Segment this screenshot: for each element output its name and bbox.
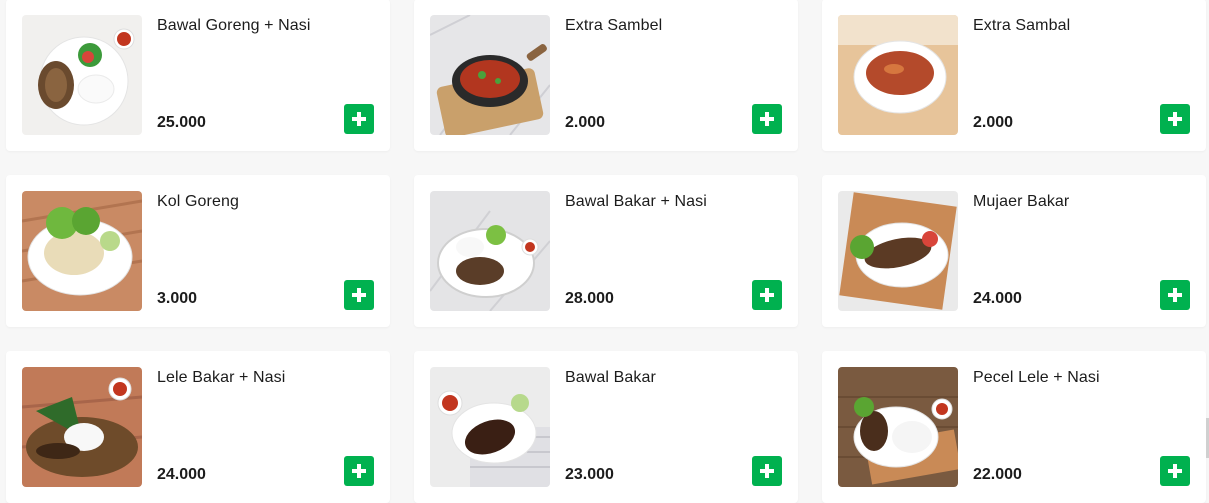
add-item-button[interactable] bbox=[1160, 456, 1190, 486]
menu-item-image[interactable] bbox=[22, 367, 142, 487]
menu-item-image[interactable] bbox=[22, 191, 142, 311]
add-item-button[interactable] bbox=[344, 280, 374, 310]
menu-item-card[interactable]: Kol Goreng 3.000 bbox=[6, 175, 390, 327]
add-item-button[interactable] bbox=[752, 456, 782, 486]
add-item-button[interactable] bbox=[1160, 280, 1190, 310]
menu-item-price: 2.000 bbox=[565, 114, 606, 131]
menu-item-name: Extra Sambel bbox=[565, 17, 663, 34]
menu-item-name: Pecel Lele + Nasi bbox=[973, 369, 1100, 386]
menu-item-name: Extra Sambal bbox=[973, 17, 1071, 34]
menu-item-card[interactable]: Extra Sambel 2.000 bbox=[414, 0, 798, 151]
menu-item-card[interactable]: Extra Sambal 2.000 bbox=[822, 0, 1206, 151]
add-item-button[interactable] bbox=[344, 104, 374, 134]
menu-item-card[interactable]: Bawal Bakar + Nasi 28.000 bbox=[414, 175, 798, 327]
menu-item-image[interactable] bbox=[838, 15, 958, 135]
plus-icon bbox=[760, 288, 774, 302]
plus-icon bbox=[352, 464, 366, 478]
add-item-button[interactable] bbox=[344, 456, 374, 486]
menu-item-name: Lele Bakar + Nasi bbox=[157, 369, 286, 386]
menu-item-name: Bawal Goreng + Nasi bbox=[157, 17, 311, 34]
menu-grid: Bawal Goreng + Nasi 25.000 Extra Sambel … bbox=[6, 0, 1206, 503]
plus-icon bbox=[1168, 112, 1182, 126]
menu-item-image[interactable] bbox=[430, 191, 550, 311]
add-item-button[interactable] bbox=[1160, 104, 1190, 134]
add-item-button[interactable] bbox=[752, 280, 782, 310]
menu-item-name: Bawal Bakar bbox=[565, 369, 656, 386]
menu-item-name: Kol Goreng bbox=[157, 193, 239, 210]
menu-item-card[interactable]: Pecel Lele + Nasi 22.000 bbox=[822, 351, 1206, 503]
plus-icon bbox=[760, 464, 774, 478]
plus-icon bbox=[352, 112, 366, 126]
menu-item-price: 3.000 bbox=[157, 290, 198, 307]
menu-item-card[interactable]: Mujaer Bakar 24.000 bbox=[822, 175, 1206, 327]
menu-page: Bawal Goreng + Nasi 25.000 Extra Sambel … bbox=[0, 0, 1209, 503]
plus-icon bbox=[760, 112, 774, 126]
menu-item-price: 28.000 bbox=[565, 290, 614, 307]
menu-item-name: Mujaer Bakar bbox=[973, 193, 1070, 210]
menu-item-image[interactable] bbox=[22, 15, 142, 135]
add-item-button[interactable] bbox=[752, 104, 782, 134]
plus-icon bbox=[352, 288, 366, 302]
menu-item-price: 22.000 bbox=[973, 466, 1022, 483]
menu-item-image[interactable] bbox=[838, 367, 958, 487]
menu-item-card[interactable]: Bawal Bakar 23.000 bbox=[414, 351, 798, 503]
menu-item-image[interactable] bbox=[430, 367, 550, 487]
menu-item-price: 24.000 bbox=[973, 290, 1022, 307]
menu-item-image[interactable] bbox=[430, 15, 550, 135]
menu-item-card[interactable]: Lele Bakar + Nasi 24.000 bbox=[6, 351, 390, 503]
menu-item-price: 25.000 bbox=[157, 114, 206, 131]
menu-item-price: 23.000 bbox=[565, 466, 614, 483]
plus-icon bbox=[1168, 464, 1182, 478]
plus-icon bbox=[1168, 288, 1182, 302]
menu-item-image[interactable] bbox=[838, 191, 958, 311]
menu-item-name: Bawal Bakar + Nasi bbox=[565, 193, 707, 210]
menu-item-price: 2.000 bbox=[973, 114, 1014, 131]
menu-item-card[interactable]: Bawal Goreng + Nasi 25.000 bbox=[6, 0, 390, 151]
menu-item-price: 24.000 bbox=[157, 466, 206, 483]
